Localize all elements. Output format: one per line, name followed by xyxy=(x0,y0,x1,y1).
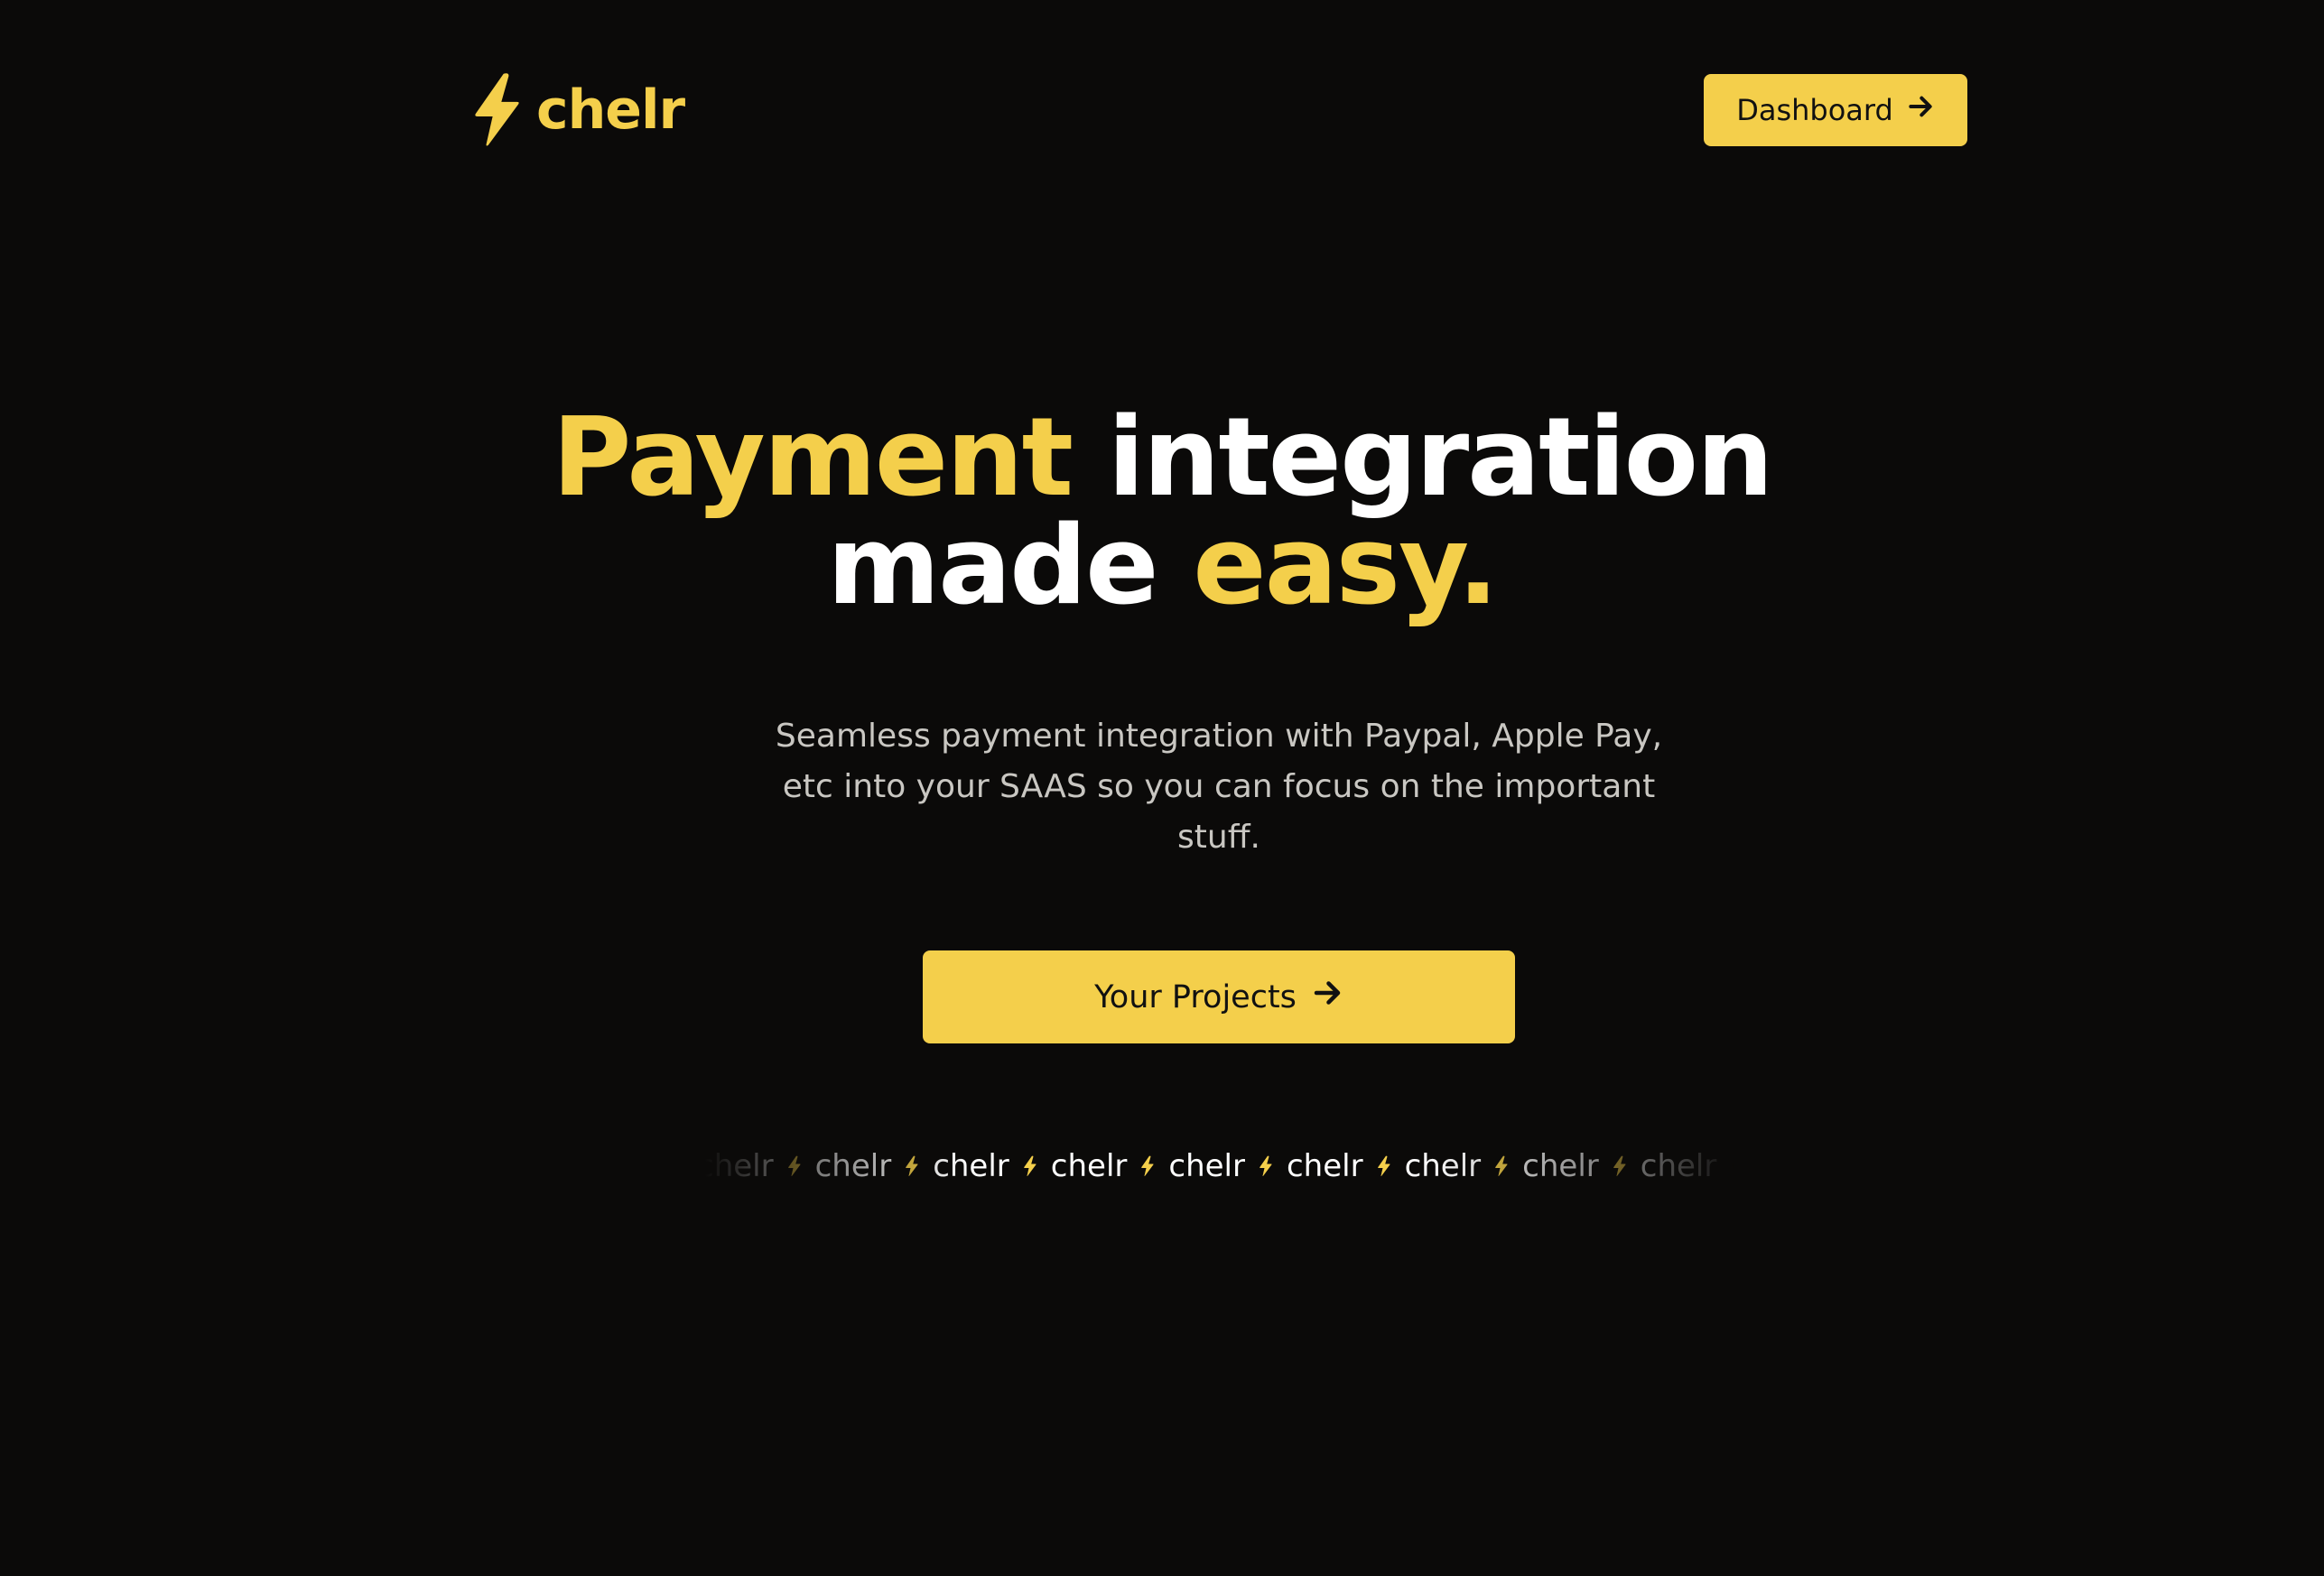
dashboard-button[interactable]: Dashboard xyxy=(1704,74,1967,146)
marquee-label: chelr xyxy=(1640,1148,1717,1184)
marquee-label: chelr xyxy=(933,1148,1009,1184)
lightning-bolt-icon xyxy=(1376,1154,1392,1178)
marquee-label: chelr xyxy=(1168,1148,1245,1184)
hero-title-accent-2: easy. xyxy=(1193,504,1499,629)
hero-subtitle: Seamless payment integration with Paypal… xyxy=(775,718,1663,856)
hero-title-part-2: integration xyxy=(1107,395,1774,521)
marquee-item: chelr xyxy=(1022,1148,1128,1184)
lightning-bolt-icon xyxy=(468,71,527,149)
hero-title-accent-1: Payment xyxy=(552,395,1074,521)
marquee-item: chelr xyxy=(1612,1148,1717,1184)
marquee-track: chelr chelr chelr chelr chelr chelr chelr chelr… xyxy=(704,1139,1734,1193)
marquee-label: chelr xyxy=(704,1148,774,1184)
logo[interactable]: chelr xyxy=(468,70,685,150)
lightning-bolt-icon xyxy=(1729,1154,1734,1178)
your-projects-button[interactable]: Your Projects xyxy=(923,950,1515,1043)
lightning-bolt-icon xyxy=(1493,1154,1510,1178)
marquee-label: chelr xyxy=(1286,1148,1363,1184)
marquee-label: chelr xyxy=(814,1148,892,1184)
landing-page: chelr Dashboard Payment integration made… xyxy=(0,0,2324,1576)
lightning-bolt-icon xyxy=(1612,1154,1628,1178)
marquee-item: chelr xyxy=(704,1151,774,1182)
your-projects-button-label: Your Projects xyxy=(1094,978,1297,1015)
marquee-item: chelr xyxy=(904,1151,1009,1182)
lightning-bolt-icon xyxy=(786,1154,803,1178)
logo-text: chelr xyxy=(536,79,685,142)
marquee-label: chelr xyxy=(1404,1148,1482,1184)
marquee-item: chelr xyxy=(1493,1151,1599,1182)
dashboard-button-label: Dashboard xyxy=(1736,93,1893,127)
lightning-bolt-icon xyxy=(1022,1154,1038,1178)
lightning-bolt-icon xyxy=(904,1154,920,1178)
marquee-item: chelr xyxy=(1729,1151,1734,1182)
arrow-right-icon xyxy=(1311,977,1343,1017)
marquee-item: chelr xyxy=(1139,1151,1245,1182)
marquee-item: chelr xyxy=(1376,1148,1482,1184)
marquee-item: chelr xyxy=(1258,1151,1363,1182)
hero-title: Payment integration made easy. xyxy=(0,404,2324,621)
lightning-bolt-icon xyxy=(1139,1154,1156,1178)
marquee-item: chelr xyxy=(786,1148,892,1184)
lightning-bolt-icon xyxy=(1258,1154,1274,1178)
hero-title-part-3: made xyxy=(827,504,1158,629)
marquee-label: chelr xyxy=(1050,1148,1128,1184)
arrow-right-icon xyxy=(1906,92,1935,128)
logo-marquee: chelr chelr chelr chelr chelr chelr chelr chelr… xyxy=(704,1139,1734,1193)
marquee-label: chelr xyxy=(1522,1148,1599,1184)
